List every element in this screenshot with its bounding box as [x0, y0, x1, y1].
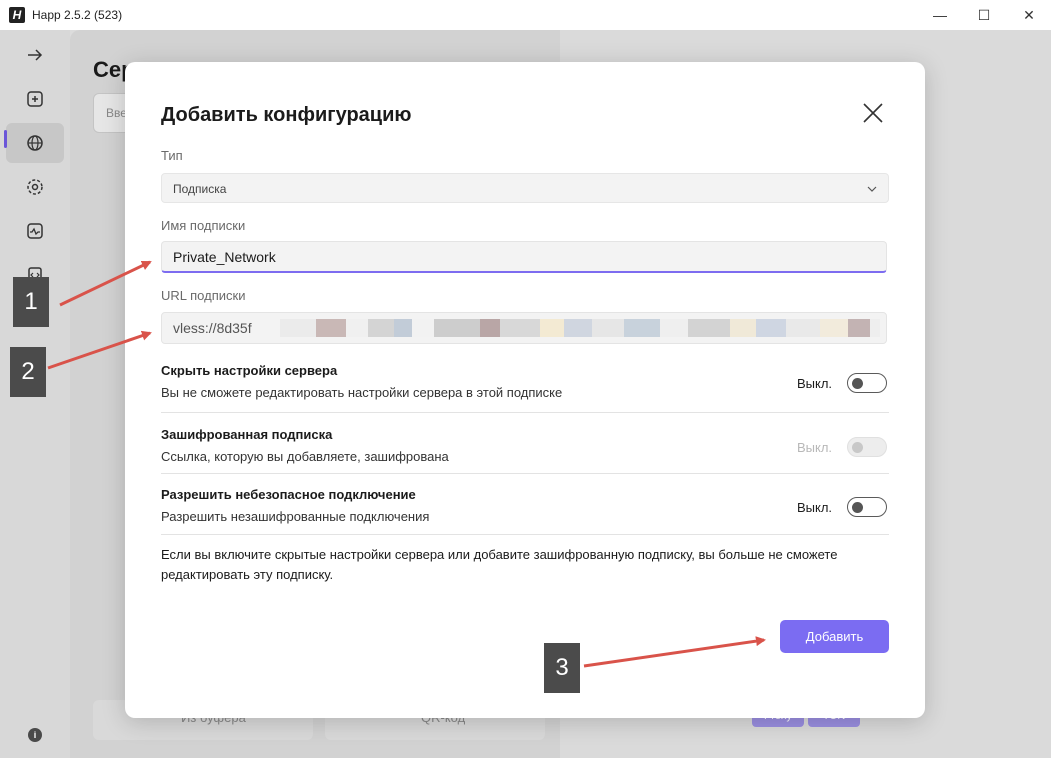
sidebar-item-settings[interactable]: [6, 167, 64, 207]
insecure-description: Разрешить незашифрованные подключения: [161, 509, 430, 524]
plus-square-icon: [27, 91, 43, 107]
redacted-url-mosaic: [280, 319, 880, 337]
encrypted-description: Ссылка, которую вы добавляете, зашифрова…: [161, 449, 449, 464]
toggle-knob: [852, 501, 863, 513]
hide-settings-description: Вы не сможете редактировать настройки се…: [161, 385, 563, 400]
encrypted-title: Зашифрованная подписка: [161, 427, 333, 442]
annotation-marker-3: 3: [544, 643, 580, 693]
sidebar-item-collapse[interactable]: [6, 35, 64, 75]
maximize-button[interactable]: ☐: [961, 0, 1007, 30]
toggle-knob: [852, 441, 863, 453]
sidebar-item-servers[interactable]: [6, 123, 64, 163]
add-config-dialog: Добавить конфигурацию Тип Подписка Имя п…: [125, 62, 925, 718]
active-indicator: [4, 130, 7, 148]
annotation-marker-1: 1: [13, 277, 49, 327]
subscription-name-input[interactable]: Private_Network: [161, 241, 887, 273]
gear-icon: [27, 179, 43, 195]
subscription-url-input[interactable]: vless://8d35f: [161, 312, 887, 344]
warning-notice: Если вы включите скрытые настройки серве…: [161, 547, 838, 582]
toggle-knob: [852, 377, 863, 389]
close-window-button[interactable]: ✕: [1006, 0, 1051, 30]
divider: [161, 473, 889, 474]
info-icon[interactable]: i: [28, 728, 42, 742]
globe-icon: [27, 135, 43, 151]
encrypted-state: Выкл.: [797, 440, 833, 455]
subscription-name-label: Имя подписки: [161, 218, 246, 233]
hide-settings-state: Выкл.: [797, 376, 833, 391]
dialog-title: Добавить конфигурацию: [161, 104, 412, 126]
window-title: Happ 2.5.2 (523): [32, 8, 123, 22]
subscription-url-value: vless://8d35f: [173, 320, 252, 336]
title-bar: H Happ 2.5.2 (523) — ☐ ✕: [0, 0, 1051, 30]
chevron-down-icon: [867, 186, 877, 192]
arrow-right-icon: [28, 49, 43, 61]
type-select[interactable]: Подписка: [161, 173, 889, 203]
type-label: Тип: [161, 148, 183, 163]
encrypted-toggle: [847, 437, 887, 457]
insecure-title: Разрешить небезопасное подключение: [161, 487, 416, 502]
sidebar-item-stats[interactable]: [6, 211, 64, 251]
hide-settings-toggle[interactable]: [847, 373, 887, 393]
close-icon[interactable]: [860, 100, 886, 126]
activity-icon: [27, 223, 43, 239]
insecure-toggle[interactable]: [847, 497, 887, 517]
minimize-button[interactable]: —: [917, 0, 963, 30]
divider: [161, 534, 889, 535]
insecure-state: Выкл.: [797, 500, 833, 515]
app-logo-icon: H: [9, 7, 25, 23]
annotation-marker-2: 2: [10, 347, 46, 397]
sidebar-item-add[interactable]: [6, 79, 64, 119]
hide-settings-title: Скрыть настройки сервера: [161, 363, 338, 378]
add-button[interactable]: Добавить: [780, 620, 889, 653]
subscription-url-label: URL подписки: [161, 288, 246, 303]
type-select-value: Подписка: [173, 182, 227, 196]
divider: [161, 412, 889, 413]
